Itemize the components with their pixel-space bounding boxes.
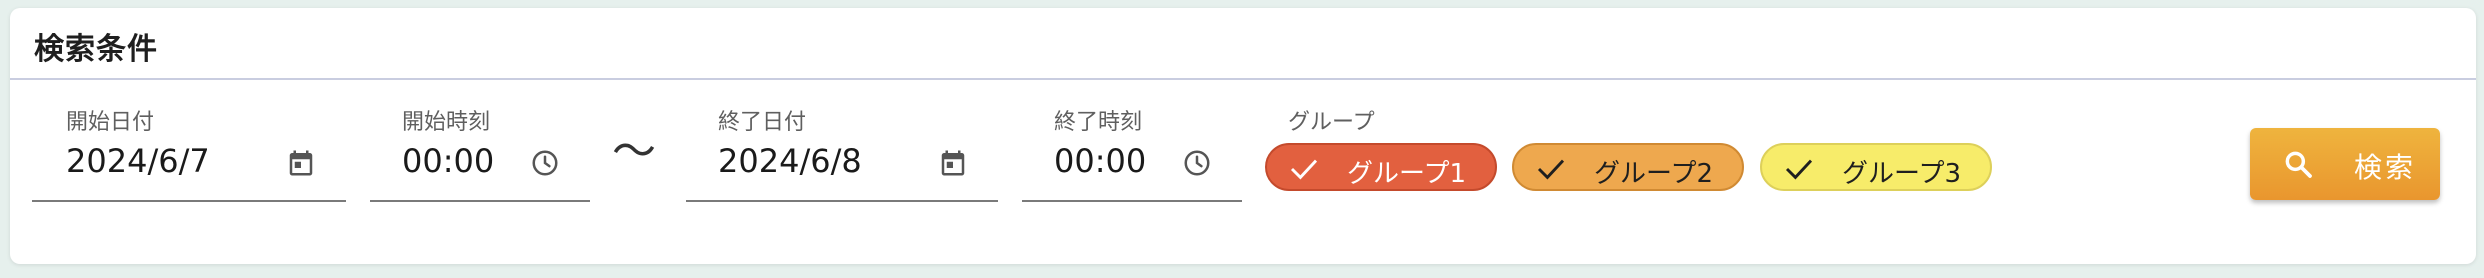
clock-icon[interactable] — [530, 148, 560, 178]
start-time-value[interactable]: 00:00 — [402, 142, 494, 180]
group-chip-label: グループ3 — [1842, 159, 1961, 189]
check-icon — [1785, 159, 1813, 180]
start-date-label: 開始日付 — [66, 110, 155, 135]
start-date-field[interactable]: 開始日付 2024/6/7 — [32, 90, 346, 202]
search-icon — [2285, 151, 2312, 178]
end-time-field[interactable]: 終了時刻 00:00 — [1022, 90, 1242, 202]
end-date-value[interactable]: 2024/6/8 — [718, 142, 862, 180]
start-date-value[interactable]: 2024/6/7 — [66, 142, 210, 180]
search-button[interactable]: 検索 — [2250, 128, 2440, 200]
group-chip-2[interactable]: グループ2 — [1512, 143, 1744, 191]
group-chip-3[interactable]: グループ3 — [1760, 143, 1992, 191]
end-date-label: 終了日付 — [718, 110, 807, 135]
group-chip-label: グループ2 — [1594, 159, 1713, 189]
check-icon — [1290, 159, 1318, 180]
start-time-label: 開始時刻 — [402, 110, 491, 135]
end-time-value[interactable]: 00:00 — [1054, 142, 1146, 180]
range-separator: 〜 — [612, 126, 656, 177]
group-label: グループ — [1288, 110, 1375, 135]
panel-title: 検索条件 — [34, 32, 158, 67]
search-button-label: 検索 — [2354, 151, 2417, 184]
group-chip-label: グループ1 — [1347, 159, 1466, 189]
end-time-label: 終了時刻 — [1054, 110, 1143, 135]
end-date-field[interactable]: 終了日付 2024/6/8 — [686, 90, 998, 202]
group-chip-1[interactable]: グループ1 — [1265, 143, 1497, 191]
clock-icon[interactable] — [1182, 148, 1212, 178]
start-time-field[interactable]: 開始時刻 00:00 — [370, 90, 590, 202]
panel-header: 検索条件 — [10, 8, 2476, 80]
calendar-icon[interactable] — [938, 148, 968, 178]
check-icon — [1537, 159, 1565, 180]
calendar-icon[interactable] — [286, 148, 316, 178]
